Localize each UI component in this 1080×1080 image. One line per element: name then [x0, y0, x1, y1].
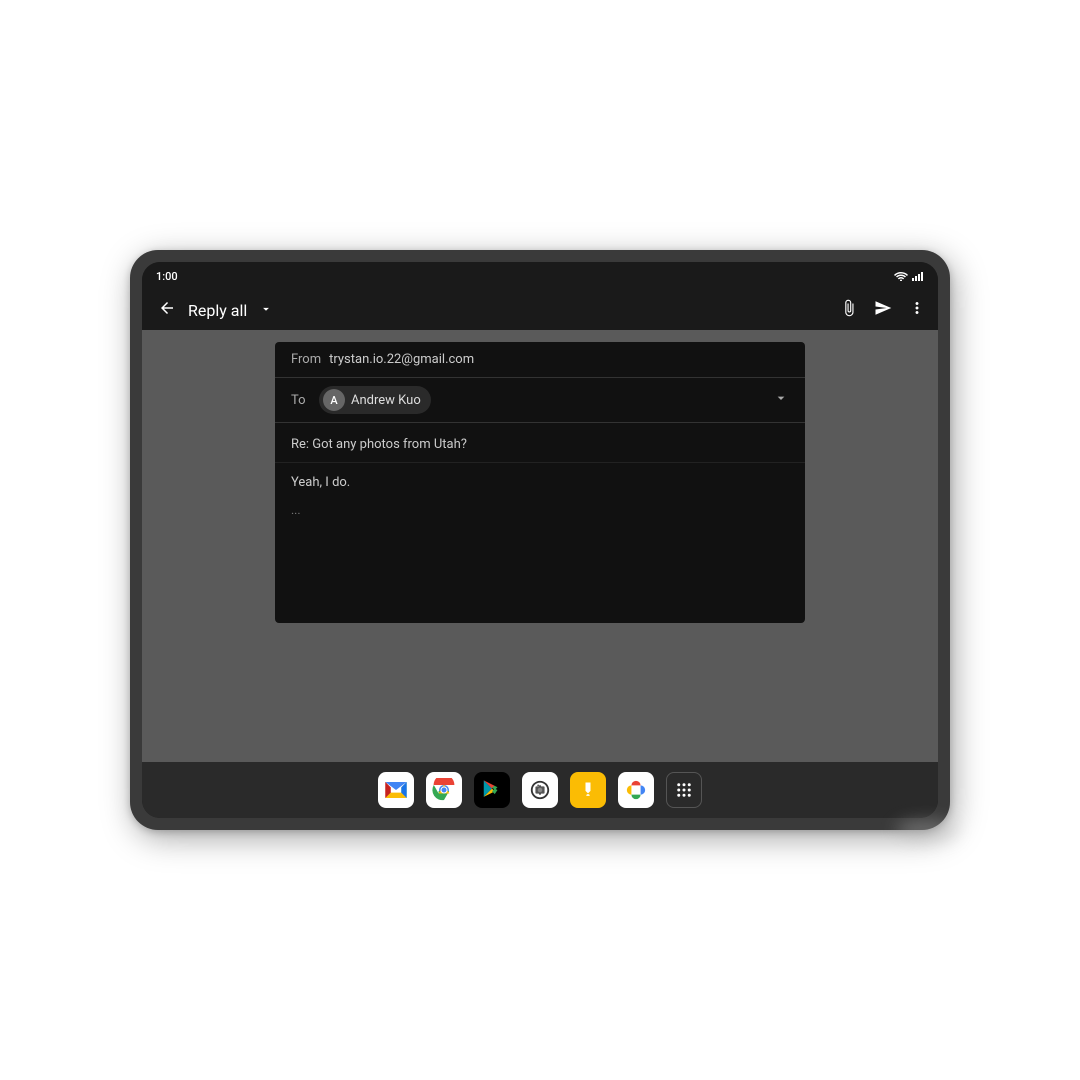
recipient-chip[interactable]: A Andrew Kuo — [319, 386, 431, 414]
back-button[interactable] — [154, 295, 180, 326]
dropdown-button[interactable] — [255, 298, 277, 323]
subject-text: Re: Got any photos from Utah? — [291, 437, 467, 452]
taskbar-keep[interactable] — [570, 772, 606, 808]
from-label: From — [291, 352, 321, 367]
main-content: From trystan.io.22@gmail.com To A Andrew… — [142, 330, 938, 762]
tablet-device: 1:00 — [130, 250, 950, 830]
to-field-left: To A Andrew Kuo — [291, 386, 431, 414]
quoted-text-ellipsis: ... — [291, 503, 789, 517]
signal-icon — [912, 271, 924, 281]
recipient-name: Andrew Kuo — [351, 393, 421, 408]
from-field: From trystan.io.22@gmail.com — [275, 342, 805, 378]
body-text: Yeah, I do. — [291, 473, 789, 493]
more-icon[interactable] — [908, 299, 926, 321]
wifi-icon — [894, 271, 908, 281]
to-label: To — [291, 393, 311, 408]
subject-field[interactable]: Re: Got any photos from Utah? — [275, 423, 805, 463]
taskbar-play-store[interactable] — [474, 772, 510, 808]
taskbar — [142, 762, 938, 818]
taskbar-all-apps[interactable] — [666, 772, 702, 808]
reply-all-label: Reply all — [188, 301, 247, 320]
taskbar-camera[interactable] — [522, 772, 558, 808]
to-field[interactable]: To A Andrew Kuo — [275, 378, 805, 423]
taskbar-gmail[interactable] — [378, 772, 414, 808]
taskbar-photos[interactable] — [618, 772, 654, 808]
status-icons — [894, 271, 924, 281]
email-compose: From trystan.io.22@gmail.com To A Andrew… — [275, 342, 805, 623]
attach-icon[interactable] — [840, 299, 858, 321]
body-field[interactable]: Yeah, I do. ... — [275, 463, 805, 623]
action-bar-right — [840, 299, 926, 321]
tablet-screen: 1:00 — [142, 262, 938, 818]
action-bar: Reply all — [142, 290, 938, 330]
expand-recipients-icon[interactable] — [773, 390, 789, 410]
from-value: trystan.io.22@gmail.com — [329, 352, 474, 367]
status-time: 1:00 — [156, 270, 178, 283]
status-bar: 1:00 — [142, 262, 938, 290]
taskbar-chrome[interactable] — [426, 772, 462, 808]
recipient-avatar: A — [323, 389, 345, 411]
action-bar-left: Reply all — [154, 295, 277, 326]
send-icon[interactable] — [874, 299, 892, 321]
